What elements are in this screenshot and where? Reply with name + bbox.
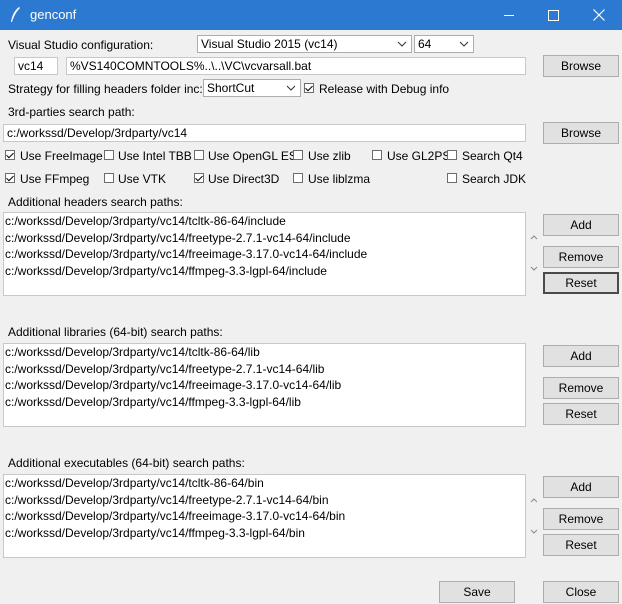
libraries-add-button[interactable]: Add [543, 345, 619, 367]
libraries-remove-button[interactable]: Remove [543, 377, 619, 399]
executables-listbox[interactable]: c:/workssd/Develop/3rdparty/vc14/tcltk-8… [3, 474, 526, 558]
use-freeimage-checkbox[interactable] [5, 150, 15, 160]
use-intel-tbb-label: Use Intel TBB [118, 149, 192, 163]
maximize-button[interactable] [530, 0, 576, 30]
list-item[interactable]: c:/workssd/Develop/3rdparty/vc14/freetyp… [4, 492, 525, 509]
list-item[interactable]: c:/workssd/Develop/3rdparty/vc14/tcltk-8… [4, 344, 525, 361]
list-item[interactable]: c:/workssd/Develop/3rdparty/vc14/freetyp… [4, 361, 525, 378]
list-item[interactable]: c:/workssd/Develop/3rdparty/vc14/ffmpeg-… [4, 525, 525, 542]
use-opengl-es-label: Use OpenGL ES [208, 149, 297, 163]
title-bar[interactable]: genconf [0, 0, 622, 30]
list-item[interactable]: c:/workssd/Develop/3rdparty/vc14/tcltk-8… [4, 475, 525, 492]
search-qt4-checkbox[interactable] [447, 150, 457, 160]
vs-config-label: Visual Studio configuration: [8, 38, 154, 52]
scroll-up-icon[interactable] [530, 497, 538, 503]
strategy-value: ShortCut [207, 81, 255, 95]
headers-listbox[interactable]: c:/workssd/Develop/3rdparty/vc14/tcltk-8… [3, 212, 526, 296]
scroll-down-icon[interactable] [530, 266, 538, 272]
close-window-button[interactable] [576, 0, 622, 30]
chevron-down-icon [286, 85, 296, 91]
use-ffmpeg-checkbox[interactable] [5, 173, 15, 183]
scroll-up-icon[interactable] [530, 234, 538, 240]
vs-version-select[interactable]: Visual Studio 2015 (vc14) [197, 35, 412, 53]
use-freeimage-label: Use FreeImage [20, 149, 103, 163]
third-party-path-input[interactable]: c:/workssd/Develop/3rdparty/vc14 [3, 124, 526, 142]
close-icon [593, 9, 605, 21]
list-item[interactable]: c:/workssd/Develop/3rdparty/vc14/tcltk-8… [4, 213, 525, 230]
libraries-listbox[interactable]: c:/workssd/Develop/3rdparty/vc14/tcltk-8… [3, 343, 526, 427]
use-gl2ps-checkbox[interactable] [372, 150, 382, 160]
use-vtk-checkbox[interactable] [104, 173, 114, 183]
executables-remove-button[interactable]: Remove [543, 508, 619, 530]
headers-add-button[interactable]: Add [543, 214, 619, 236]
use-opengl-es-checkbox[interactable] [194, 150, 204, 160]
minimize-icon [504, 15, 514, 16]
vcvars-path-input[interactable]: %VS140COMNTOOLS%..\..\VC\vcvarsall.bat [66, 57, 526, 75]
list-item[interactable]: c:/workssd/Develop/3rdparty/vc14/freeima… [4, 508, 525, 525]
use-vtk-label: Use VTK [118, 172, 167, 186]
use-zlib-label: Use zlib [308, 149, 351, 163]
use-gl2ps-label: Use GL2PS [387, 149, 451, 163]
use-zlib-checkbox[interactable] [293, 150, 303, 160]
list-item[interactable]: c:/workssd/Develop/3rdparty/vc14/freeima… [4, 246, 525, 263]
headers-label: Additional headers search paths: [8, 195, 183, 209]
maximize-icon [547, 9, 559, 21]
strategy-label: Strategy for filling headers folder inc: [8, 82, 203, 96]
list-item[interactable]: c:/workssd/Develop/3rdparty/vc14/freeima… [4, 377, 525, 394]
third-party-label: 3rd-parties search path: [8, 105, 135, 119]
close-button[interactable]: Close [543, 581, 619, 603]
third-party-browse-button[interactable]: Browse [543, 122, 619, 144]
headers-remove-button[interactable]: Remove [543, 246, 619, 268]
search-qt4-label: Search Qt4 [462, 149, 523, 163]
chevron-down-icon [459, 41, 469, 47]
executables-add-button[interactable]: Add [543, 476, 619, 498]
list-item[interactable]: c:/workssd/Develop/3rdparty/vc14/freetyp… [4, 230, 525, 247]
executables-reset-button[interactable]: Reset [543, 534, 619, 556]
chevron-down-icon [397, 41, 407, 47]
search-jdk-label: Search JDK [462, 172, 527, 186]
scroll-down-icon[interactable] [530, 529, 538, 535]
use-direct3d-checkbox[interactable] [194, 173, 204, 183]
release-debug-checkbox[interactable] [304, 83, 314, 93]
headers-reset-button[interactable]: Reset [543, 272, 619, 294]
libraries-label: Additional libraries (64-bit) search pat… [8, 325, 223, 339]
minimize-button[interactable] [486, 0, 532, 30]
use-ffmpeg-label: Use FFmpeg [20, 172, 90, 186]
strategy-select[interactable]: ShortCut [203, 79, 301, 97]
use-liblzma-checkbox[interactable] [293, 173, 303, 183]
vcvars-browse-button[interactable]: Browse [543, 55, 619, 77]
vs-version-value: Visual Studio 2015 (vc14) [201, 37, 338, 51]
arch-value: 64 [418, 37, 432, 51]
libraries-reset-button[interactable]: Reset [543, 403, 619, 425]
use-direct3d-label: Use Direct3D [208, 172, 280, 186]
executables-label: Additional executables (64-bit) search p… [8, 456, 245, 470]
arch-select[interactable]: 64 [414, 35, 474, 53]
list-item[interactable]: c:/workssd/Develop/3rdparty/vc14/ffmpeg-… [4, 394, 525, 411]
release-debug-label: Release with Debug info [319, 82, 450, 96]
list-item[interactable]: c:/workssd/Develop/3rdparty/vc14/ffmpeg-… [4, 263, 525, 280]
vs-short-name-input[interactable]: vc14 [14, 57, 58, 75]
save-button[interactable]: Save [439, 581, 515, 603]
use-intel-tbb-checkbox[interactable] [104, 150, 114, 160]
window-title: genconf [30, 7, 77, 22]
search-jdk-checkbox[interactable] [447, 173, 457, 183]
use-liblzma-label: Use liblzma [308, 172, 371, 186]
feather-icon [11, 7, 20, 22]
